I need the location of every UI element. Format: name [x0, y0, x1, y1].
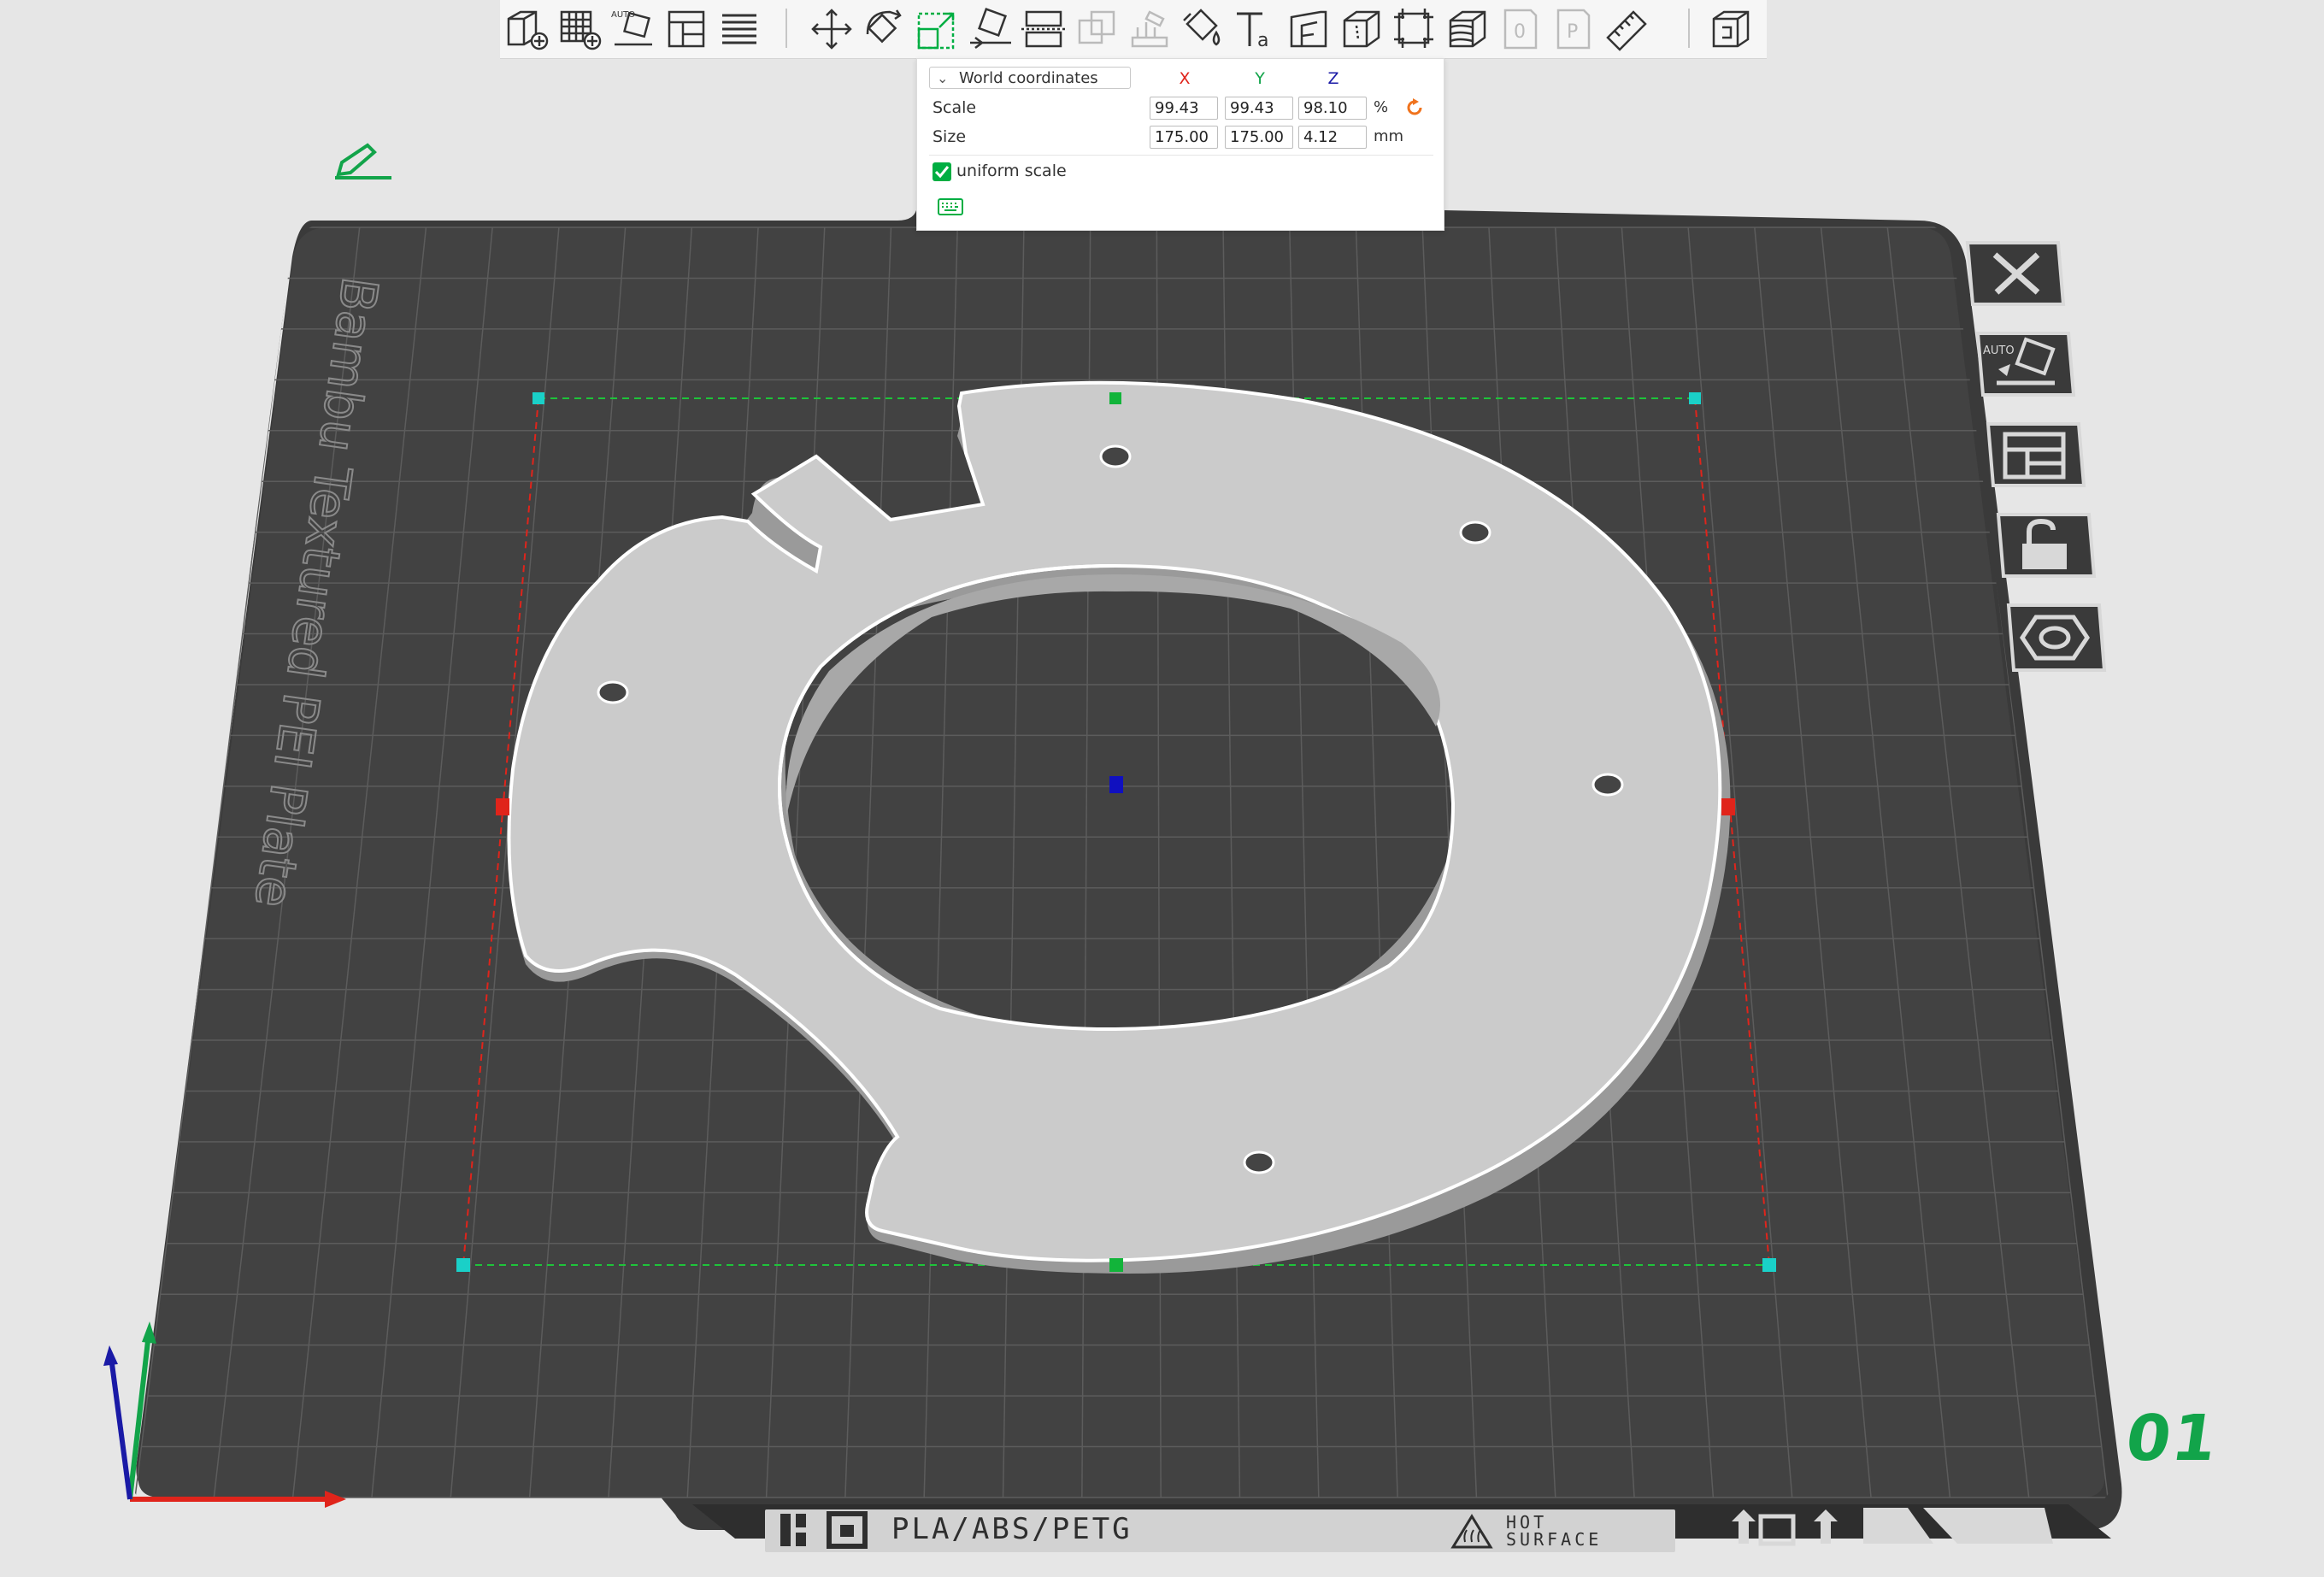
- hot-surface-text-2: SURFACE: [1506, 1529, 1602, 1550]
- handle-corner-tr[interactable]: [1689, 392, 1701, 404]
- top-toolbar: AUTO a 0 P: [500, 0, 1767, 59]
- checkmark-icon: [934, 166, 950, 179]
- divider: [929, 155, 1433, 156]
- svg-text:a: a: [1257, 30, 1268, 51]
- add-plate-button[interactable]: [556, 3, 604, 55]
- uniform-scale-label: uniform scale: [956, 162, 1067, 180]
- support-paint-button[interactable]: [1126, 3, 1174, 55]
- rotate-button[interactable]: [861, 3, 909, 55]
- assembly-view-icon: [1712, 10, 1750, 48]
- color-paint-button[interactable]: [1179, 3, 1227, 55]
- handle-x-right[interactable]: [1721, 798, 1735, 815]
- auto-orient-button[interactable]: AUTO: [609, 3, 657, 55]
- scale-x-input[interactable]: 99.43: [1150, 97, 1218, 120]
- arrange-plate-button[interactable]: [1983, 421, 2089, 491]
- variable-layer-button[interactable]: [1444, 3, 1491, 55]
- plate-number: 01: [2121, 1402, 2224, 1475]
- split-layers-button[interactable]: [715, 3, 763, 55]
- handle-y-top[interactable]: [1109, 392, 1121, 404]
- auto-orient-plate-button[interactable]: AUTO: [1973, 330, 2079, 400]
- rotate-icon: [866, 9, 902, 44]
- measure-button[interactable]: [1603, 3, 1650, 55]
- arrange-button[interactable]: [662, 3, 710, 55]
- move-button[interactable]: [808, 3, 856, 55]
- handle-corner-tl[interactable]: [532, 392, 544, 404]
- uniform-scale-checkbox[interactable]: [933, 162, 951, 181]
- handle-x-left[interactable]: [496, 798, 509, 815]
- reset-icon: [1407, 98, 1422, 115]
- scale-label: Scale: [933, 98, 977, 117]
- lay-on-face-icon: [970, 8, 1011, 49]
- keyboard-icon: [938, 198, 963, 215]
- text-icon: a: [1237, 12, 1268, 51]
- 3d-viewport[interactable]: Bambu Textured PEI Plate PLA/ABS/PETG HO…: [0, 0, 2324, 1577]
- add-plate-icon: [560, 10, 602, 50]
- emboss-icon: [1290, 10, 1327, 48]
- simplify-button[interactable]: [1391, 3, 1439, 55]
- filament-type-text: PLA/ABS/PETG: [891, 1512, 1133, 1546]
- seam-paint-icon: P: [1556, 9, 1591, 50]
- size-x-input[interactable]: 175.00: [1150, 126, 1218, 149]
- hollow-button[interactable]: [1338, 3, 1386, 55]
- size-unit: mm: [1374, 127, 1404, 145]
- chevron-down-icon: ⌄: [937, 70, 949, 86]
- axis-header-x: X: [1179, 69, 1191, 88]
- handle-corner-br[interactable]: [1762, 1258, 1776, 1272]
- text-button[interactable]: a: [1232, 3, 1280, 55]
- size-z-input[interactable]: 4.12: [1298, 126, 1367, 149]
- split-layers-icon: [722, 14, 756, 44]
- brim-ears-icon: 0: [1503, 9, 1538, 50]
- seam-paint-button[interactable]: P: [1550, 3, 1597, 55]
- edit-object-icon[interactable]: [335, 143, 391, 179]
- scale-z-input[interactable]: 98.10: [1298, 97, 1367, 120]
- keyboard-shortcuts-button[interactable]: [938, 197, 963, 221]
- measure-icon: [1606, 10, 1647, 51]
- add-object-icon: [507, 10, 549, 50]
- lock-plate-button[interactable]: [1993, 511, 2099, 581]
- scale-icon: [917, 12, 955, 50]
- plate-settings-button[interactable]: [2003, 602, 2109, 675]
- scale-button[interactable]: [914, 3, 962, 55]
- auto-orient-icon: AUTO: [611, 10, 652, 46]
- scale-gizmo-panel: ⌄ World coordinates X Y Z Scale 99.43 99…: [916, 58, 1444, 231]
- svg-text:AUTO: AUTO: [611, 10, 635, 20]
- coordinate-system-value: World coordinates: [959, 69, 1098, 87]
- handle-y-bottom[interactable]: [1109, 1258, 1123, 1272]
- variable-layer-icon: [1449, 10, 1486, 48]
- size-label: Size: [933, 127, 967, 146]
- color-paint-icon: [1183, 9, 1221, 46]
- mesh-boolean-button[interactable]: [1073, 3, 1121, 55]
- mesh-boolean-icon: [1078, 10, 1115, 44]
- svg-text:P: P: [1567, 21, 1578, 43]
- hollow-icon: [1343, 10, 1380, 48]
- plate-info-bar: PLA/ABS/PETG HOT SURFACE: [692, 1504, 2111, 1552]
- handle-corner-bl[interactable]: [456, 1258, 470, 1272]
- add-object-button[interactable]: [503, 3, 551, 55]
- coordinate-system-select[interactable]: ⌄ World coordinates: [929, 67, 1131, 89]
- lay-on-face-button[interactable]: [967, 3, 1015, 55]
- handle-center[interactable]: [1109, 776, 1123, 793]
- brim-ears-button[interactable]: 0: [1497, 3, 1544, 55]
- reset-scale-button[interactable]: [1404, 97, 1425, 122]
- scale-unit: %: [1374, 98, 1389, 116]
- axis-header-z: Z: [1327, 69, 1339, 88]
- scale-y-input[interactable]: 99.43: [1225, 97, 1293, 120]
- cut-button[interactable]: [1020, 3, 1068, 55]
- emboss-button[interactable]: [1285, 3, 1333, 55]
- svg-text:0: 0: [1514, 21, 1526, 43]
- simplify-icon: [1394, 9, 1433, 48]
- assembly-view-button[interactable]: [1707, 3, 1755, 55]
- cut-icon: [1021, 10, 1066, 48]
- axis-header-y: Y: [1255, 69, 1265, 88]
- support-paint-icon: [1131, 10, 1168, 48]
- svg-text:AUTO: AUTO: [1983, 344, 2015, 357]
- arrange-icon: [668, 10, 705, 48]
- move-icon: [811, 9, 852, 50]
- close-plate-button[interactable]: [1962, 239, 2068, 309]
- size-y-input[interactable]: 175.00: [1225, 126, 1293, 149]
